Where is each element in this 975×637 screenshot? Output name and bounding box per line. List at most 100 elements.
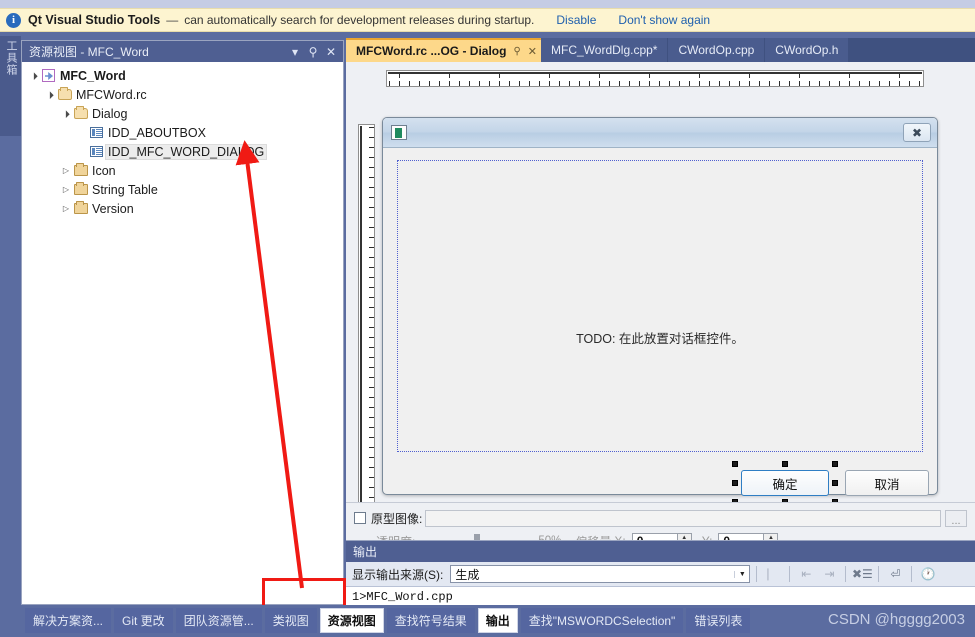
resize-handle-n[interactable] <box>782 461 788 467</box>
project-icon <box>40 69 57 82</box>
notification-disable-link[interactable]: Disable <box>556 13 596 27</box>
prototype-image-row: 原型图像: ... <box>354 508 967 528</box>
tree-item-dialog[interactable]: Dialog <box>22 104 343 123</box>
resize-handle-e[interactable] <box>832 480 838 486</box>
tree-item-icon[interactable]: Icon <box>22 161 343 180</box>
tree-item-version[interactable]: Version <box>22 199 343 218</box>
folder-icon <box>72 182 89 195</box>
prototype-image-browse-button[interactable]: ... <box>945 509 967 527</box>
resize-handle-w[interactable] <box>732 480 738 486</box>
bottom-tool-window-bar: 解决方案资... Git 更改 团队资源管... 类视图 资源视图 查找符号结果 输出 查找"… <box>0 605 975 637</box>
horizontal-ruler <box>386 70 924 87</box>
ok-button[interactable]: 确定 <box>741 470 829 496</box>
output-source-select[interactable]: 生成 ▼ <box>450 565 751 583</box>
output-source-value: 生成 <box>455 567 480 582</box>
tree-item-idd-aboutbox[interactable]: IDD_ABOUTBOX <box>22 123 343 142</box>
mfc-dialog-preview[interactable]: ✖ TODO: 在此放置对话框控件。 确定 取消 <box>382 117 938 505</box>
folder-open-icon-glyph <box>57 87 72 100</box>
dialog-icon-glyph <box>90 127 103 138</box>
vertical-ruler <box>358 124 375 524</box>
tree-item-label: Dialog <box>92 106 128 121</box>
tree-item-string-table[interactable]: String Table <box>22 180 343 199</box>
editor-tab-1[interactable]: MFC_WordDlg.cpp* <box>541 38 669 62</box>
tree-item-idd-mfc-word-dialog[interactable]: IDD_MFC_WORD_DIALOG <box>22 142 343 161</box>
bottom-tab-2[interactable]: 团队资源管... <box>175 608 262 633</box>
show-timestamps-icon[interactable]: 🕐 <box>918 565 938 584</box>
toggle-word-wrap-icon[interactable]: ⏎ <box>885 565 905 584</box>
folder-icon-glyph <box>73 182 88 195</box>
bottom-tab-list[interactable]: 解决方案资... Git 更改 团队资源管... 类视图 资源视图 查找符号结果 输出 查找"… <box>25 608 751 633</box>
bottom-tab-3[interactable]: 类视图 <box>264 608 317 633</box>
notification-dont-show-again-link[interactable]: Don't show again <box>618 13 710 27</box>
prototype-image-label: 原型图像: <box>371 511 423 526</box>
expander-collapsed-icon[interactable] <box>60 166 72 175</box>
editor-area: MFCWord.rc ...OG - Dialog ⚲ ✕ MFC_WordDlg.c… <box>346 38 975 637</box>
expander-collapsed-icon[interactable] <box>60 204 72 213</box>
notification-dash: — <box>166 13 179 27</box>
bottom-tab-1[interactable]: Git 更改 <box>114 608 173 633</box>
tree-item-label: MFCWord.rc <box>76 87 147 102</box>
bottom-tab-8[interactable]: 错误列表 <box>686 608 751 633</box>
cancel-button[interactable]: 取消 <box>845 470 929 496</box>
tree-item-label: MFC_Word <box>60 68 126 83</box>
expander-expanded-icon[interactable] <box>60 110 72 118</box>
bottom-tab-6[interactable]: 输出 <box>477 608 518 633</box>
navigate-previous-icon[interactable]: ⇤ <box>796 565 816 584</box>
close-icon[interactable]: ✕ <box>323 44 339 60</box>
resize-handle-nw[interactable] <box>732 461 738 467</box>
resize-handle-ne[interactable] <box>832 461 838 467</box>
prototype-image-path-input[interactable] <box>425 509 941 527</box>
tree-item-label: Icon <box>92 163 116 178</box>
close-icon[interactable]: ✕ <box>528 45 537 58</box>
chevron-down-icon[interactable]: ▼ <box>734 570 749 578</box>
prototype-image-checkbox[interactable] <box>354 512 366 524</box>
editor-tab-label: MFCWord.rc ...OG - Dialog <box>356 44 507 58</box>
tree-item-label: IDD_MFC_WORD_DIALOG <box>105 143 268 160</box>
output-toolbar[interactable]: 显示输出来源(S): 生成 ▼ ⎸ ⇤ ⇥ ✖☰ ⏎ 🕐 <box>346 562 975 587</box>
notification-title: Qt Visual Studio Tools <box>28 13 161 27</box>
pin-icon[interactable]: ⚲ <box>513 46 520 57</box>
dialog-close-icon[interactable]: ✖ <box>903 123 931 142</box>
dialog-client-area[interactable]: TODO: 在此放置对话框控件。 确定 取消 <box>383 148 937 505</box>
chevron-down-icon[interactable]: ▾ <box>287 44 303 60</box>
expander-expanded-icon[interactable] <box>28 72 40 80</box>
editor-tab-0[interactable]: MFCWord.rc ...OG - Dialog ⚲ ✕ <box>346 38 541 62</box>
navigate-next-icon[interactable]: ⇥ <box>819 565 839 584</box>
folder-open-icon <box>72 106 89 119</box>
editor-tab-strip[interactable]: MFCWord.rc ...OG - Dialog ⚲ ✕ MFC_WordDlg.c… <box>346 38 975 62</box>
toolbox-vertical-tab[interactable]: 工具箱 <box>0 36 21 136</box>
editor-tab-label: CWordOp.cpp <box>678 43 755 57</box>
pin-icon[interactable]: ⚲ <box>305 44 321 60</box>
tree-item-label: IDD_ABOUTBOX <box>108 125 206 140</box>
expander-collapsed-icon[interactable] <box>60 185 72 194</box>
output-panel-header: 输出 <box>346 541 975 562</box>
bottom-tab-4[interactable]: 资源视图 <box>319 608 384 633</box>
tree-item-label: Version <box>92 201 134 216</box>
dialog-designer-surface[interactable]: ✖ TODO: 在此放置对话框控件。 确定 取消 <box>346 62 975 524</box>
bottom-tab-5[interactable]: 查找符号结果 <box>386 608 475 633</box>
notification-bar: i Qt Visual Studio Tools — can automatic… <box>0 8 975 32</box>
app-icon <box>391 125 407 140</box>
bottom-tab-0[interactable]: 解决方案资... <box>25 608 112 633</box>
project-icon-glyph <box>42 69 55 82</box>
dialog-guide-rect <box>397 160 923 452</box>
resource-tree[interactable]: MFC_Word MFCWord.rc Dialog IDD_ABOUTBOX IDD_… <box>22 62 343 218</box>
tree-item-mfcword-rc[interactable]: MFCWord.rc <box>22 85 343 104</box>
go-to-source-icon[interactable]: ⎸ <box>763 565 783 584</box>
clear-all-icon[interactable]: ✖☰ <box>852 565 873 584</box>
folder-icon-glyph <box>73 163 88 176</box>
dialog-icon <box>88 127 105 138</box>
info-icon: i <box>6 12 21 28</box>
toolbar-separator <box>789 566 791 582</box>
folder-open-icon <box>56 87 73 100</box>
ok-button-selection: 确定 <box>732 461 838 505</box>
editor-tab-2[interactable]: CWordOp.cpp <box>668 38 766 62</box>
bottom-tab-7[interactable]: 查找"MSWORDCSelection" <box>520 608 684 633</box>
expander-expanded-icon[interactable] <box>44 91 56 99</box>
toolbar-separator <box>756 566 758 582</box>
toolbar-separator <box>911 566 913 582</box>
folder-icon-glyph <box>73 201 88 214</box>
tree-item-mfc-word[interactable]: MFC_Word <box>22 66 343 85</box>
resource-view-panel: 资源视图 - MFC_Word ▾ ⚲ ✕ MFC_Word MFCWord.rc… <box>21 40 344 605</box>
editor-tab-3[interactable]: CWordOp.h <box>765 38 850 62</box>
